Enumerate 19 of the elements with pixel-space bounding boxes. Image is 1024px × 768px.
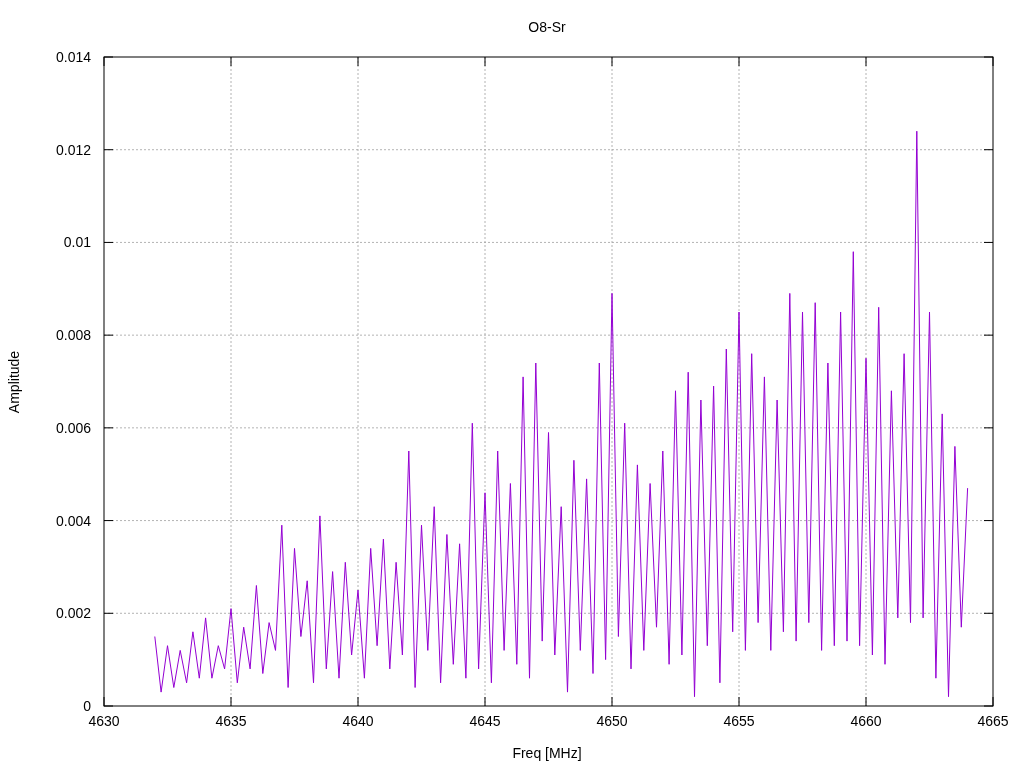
x-tick-label: 4660 xyxy=(850,713,882,729)
x-tick-label: 4630 xyxy=(88,713,120,729)
y-tick-label: 0.012 xyxy=(55,141,91,158)
x-tick-label: 4665 xyxy=(977,713,1009,729)
x-tick-label: 4640 xyxy=(342,713,374,729)
chart-title: O8-Sr xyxy=(528,19,566,35)
y-tick-label: 0.01 xyxy=(63,234,91,251)
x-axis-label: Freq [MHz] xyxy=(512,745,582,761)
y-tick-label: 0.014 xyxy=(55,49,91,65)
y-tick-label: 0 xyxy=(83,698,91,714)
y-axis-label: Amplitude xyxy=(6,350,22,414)
y-tick-label: 0.006 xyxy=(55,419,91,436)
y-tick-label: 0.002 xyxy=(55,605,91,622)
x-tick-label: 4635 xyxy=(215,713,247,729)
x-tick-label: 4655 xyxy=(723,713,755,729)
x-tick-label: 4645 xyxy=(469,713,501,729)
y-tick-label: 0.004 xyxy=(55,512,91,529)
x-tick-label: 4650 xyxy=(596,713,628,729)
y-tick-label: 0.008 xyxy=(55,327,91,344)
